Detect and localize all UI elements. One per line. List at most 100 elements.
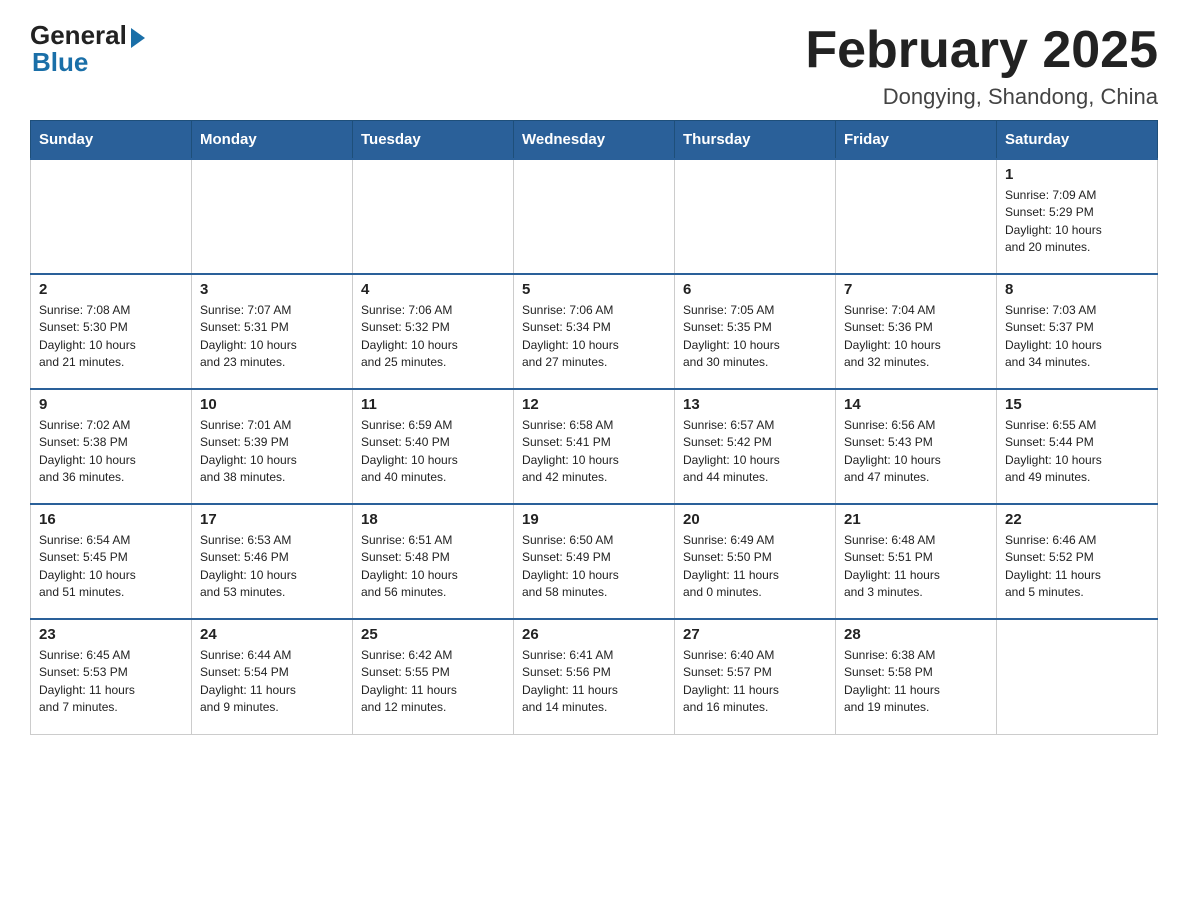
calendar-week-row: 9Sunrise: 7:02 AM Sunset: 5:38 PM Daylig… bbox=[31, 389, 1158, 504]
calendar-day-cell: 15 Sunrise: 6:55 AM Sunset: 5:44 PM Dayli… bbox=[997, 389, 1158, 504]
weekday-header-row: SundayMondayTuesdayWednesdayThursdayFrid… bbox=[31, 121, 1158, 160]
day-info: Sunrise: 6:42 AM Sunset: 5:55 PM Dayligh… bbox=[361, 647, 505, 717]
day-info: Sunrise: 6:45 AM Sunset: 5:53 PM Dayligh… bbox=[39, 647, 183, 717]
logo-blue-text: Blue bbox=[32, 47, 88, 78]
day-info: Sunrise: 7:05 AM Sunset: 5:35 PM Dayligh… bbox=[683, 302, 827, 372]
calendar-week-row: 16 Sunrise: 6:54 AM Sunset: 5:45 PM Dayli… bbox=[31, 504, 1158, 619]
calendar-day-cell: 19 Sunrise: 6:50 AM Sunset: 5:49 PM Dayli… bbox=[514, 504, 675, 619]
day-info: Sunrise: 7:09 AM Sunset: 5:29 PM Dayligh… bbox=[1005, 187, 1149, 257]
calendar-day-cell: 11 Sunrise: 6:59 AM Sunset: 5:40 PM Dayli… bbox=[353, 389, 514, 504]
day-info: Sunrise: 6:44 AM Sunset: 5:54 PM Dayligh… bbox=[200, 647, 344, 717]
calendar-day-cell: 14 Sunrise: 6:56 AM Sunset: 5:43 PM Dayli… bbox=[836, 389, 997, 504]
calendar-week-row: 2 Sunrise: 7:08 AM Sunset: 5:30 PM Daylig… bbox=[31, 274, 1158, 389]
calendar-day-cell bbox=[836, 159, 997, 274]
calendar-day-cell: 12 Sunrise: 6:58 AM Sunset: 5:41 PM Dayli… bbox=[514, 389, 675, 504]
weekday-header-sunday: Sunday bbox=[31, 121, 192, 160]
day-info: Sunrise: 6:59 AM Sunset: 5:40 PM Dayligh… bbox=[361, 417, 505, 487]
day-info: Sunrise: 7:06 AM Sunset: 5:32 PM Dayligh… bbox=[361, 302, 505, 372]
calendar-day-cell: 24 Sunrise: 6:44 AM Sunset: 5:54 PM Dayli… bbox=[192, 619, 353, 734]
day-info: Sunrise: 6:54 AM Sunset: 5:45 PM Dayligh… bbox=[39, 532, 183, 602]
day-info: Sunrise: 6:53 AM Sunset: 5:46 PM Dayligh… bbox=[200, 532, 344, 602]
day-info: Sunrise: 6:38 AM Sunset: 5:58 PM Dayligh… bbox=[844, 647, 988, 717]
calendar-day-cell: 20Sunrise: 6:49 AM Sunset: 5:50 PM Dayli… bbox=[675, 504, 836, 619]
day-info: Sunrise: 6:56 AM Sunset: 5:43 PM Dayligh… bbox=[844, 417, 988, 487]
day-number: 3 bbox=[200, 281, 344, 298]
calendar-day-cell bbox=[31, 159, 192, 274]
calendar-day-cell: 4 Sunrise: 7:06 AM Sunset: 5:32 PM Daylig… bbox=[353, 274, 514, 389]
calendar-day-cell: 8 Sunrise: 7:03 AM Sunset: 5:37 PM Daylig… bbox=[997, 274, 1158, 389]
day-number: 5 bbox=[522, 281, 666, 298]
day-number: 9 bbox=[39, 396, 183, 413]
calendar-day-cell: 27 Sunrise: 6:40 AM Sunset: 5:57 PM Dayli… bbox=[675, 619, 836, 734]
day-number: 2 bbox=[39, 281, 183, 298]
day-info: Sunrise: 6:50 AM Sunset: 5:49 PM Dayligh… bbox=[522, 532, 666, 602]
day-info: Sunrise: 7:07 AM Sunset: 5:31 PM Dayligh… bbox=[200, 302, 344, 372]
calendar-week-row: 23 Sunrise: 6:45 AM Sunset: 5:53 PM Dayli… bbox=[31, 619, 1158, 734]
calendar-day-cell: 16 Sunrise: 6:54 AM Sunset: 5:45 PM Dayli… bbox=[31, 504, 192, 619]
calendar-day-cell: 25 Sunrise: 6:42 AM Sunset: 5:55 PM Dayli… bbox=[353, 619, 514, 734]
calendar-day-cell: 28 Sunrise: 6:38 AM Sunset: 5:58 PM Dayli… bbox=[836, 619, 997, 734]
day-number: 16 bbox=[39, 511, 183, 528]
day-info: Sunrise: 6:48 AM Sunset: 5:51 PM Dayligh… bbox=[844, 532, 988, 602]
calendar-day-cell: 1 Sunrise: 7:09 AM Sunset: 5:29 PM Daylig… bbox=[997, 159, 1158, 274]
calendar-day-cell bbox=[514, 159, 675, 274]
calendar-day-cell: 3 Sunrise: 7:07 AM Sunset: 5:31 PM Daylig… bbox=[192, 274, 353, 389]
title-section: February 2025 Dongying, Shandong, China bbox=[805, 20, 1158, 110]
calendar-day-cell: 6 Sunrise: 7:05 AM Sunset: 5:35 PM Daylig… bbox=[675, 274, 836, 389]
day-info: Sunrise: 7:06 AM Sunset: 5:34 PM Dayligh… bbox=[522, 302, 666, 372]
day-number: 6 bbox=[683, 281, 827, 298]
page-subtitle: Dongying, Shandong, China bbox=[805, 84, 1158, 110]
day-number: 1 bbox=[1005, 166, 1149, 183]
day-number: 8 bbox=[1005, 281, 1149, 298]
page-title: February 2025 bbox=[805, 20, 1158, 80]
day-number: 27 bbox=[683, 626, 827, 643]
day-number: 4 bbox=[361, 281, 505, 298]
day-number: 13 bbox=[683, 396, 827, 413]
day-info: Sunrise: 7:04 AM Sunset: 5:36 PM Dayligh… bbox=[844, 302, 988, 372]
day-info: Sunrise: 6:55 AM Sunset: 5:44 PM Dayligh… bbox=[1005, 417, 1149, 487]
day-info: Sunrise: 6:57 AM Sunset: 5:42 PM Dayligh… bbox=[683, 417, 827, 487]
day-info: Sunrise: 6:51 AM Sunset: 5:48 PM Dayligh… bbox=[361, 532, 505, 602]
day-number: 7 bbox=[844, 281, 988, 298]
calendar-day-cell bbox=[353, 159, 514, 274]
day-number: 14 bbox=[844, 396, 988, 413]
day-number: 25 bbox=[361, 626, 505, 643]
day-number: 28 bbox=[844, 626, 988, 643]
calendar-day-cell: 26Sunrise: 6:41 AM Sunset: 5:56 PM Dayli… bbox=[514, 619, 675, 734]
calendar-day-cell bbox=[997, 619, 1158, 734]
weekday-header-friday: Friday bbox=[836, 121, 997, 160]
calendar-week-row: 1 Sunrise: 7:09 AM Sunset: 5:29 PM Daylig… bbox=[31, 159, 1158, 274]
day-info: Sunrise: 6:46 AM Sunset: 5:52 PM Dayligh… bbox=[1005, 532, 1149, 602]
day-number: 23 bbox=[39, 626, 183, 643]
day-number: 12 bbox=[522, 396, 666, 413]
weekday-header-thursday: Thursday bbox=[675, 121, 836, 160]
day-number: 17 bbox=[200, 511, 344, 528]
calendar-day-cell: 17 Sunrise: 6:53 AM Sunset: 5:46 PM Dayli… bbox=[192, 504, 353, 619]
day-info: Sunrise: 7:08 AM Sunset: 5:30 PM Dayligh… bbox=[39, 302, 183, 372]
calendar-day-cell: 5 Sunrise: 7:06 AM Sunset: 5:34 PM Daylig… bbox=[514, 274, 675, 389]
day-info: Sunrise: 6:40 AM Sunset: 5:57 PM Dayligh… bbox=[683, 647, 827, 717]
day-number: 10 bbox=[200, 396, 344, 413]
day-number: 11 bbox=[361, 396, 505, 413]
day-number: 19 bbox=[522, 511, 666, 528]
weekday-header-saturday: Saturday bbox=[997, 121, 1158, 160]
day-number: 24 bbox=[200, 626, 344, 643]
calendar-day-cell: 7 Sunrise: 7:04 AM Sunset: 5:36 PM Daylig… bbox=[836, 274, 997, 389]
calendar-day-cell: 9Sunrise: 7:02 AM Sunset: 5:38 PM Daylig… bbox=[31, 389, 192, 504]
calendar-day-cell bbox=[192, 159, 353, 274]
calendar-day-cell: 21Sunrise: 6:48 AM Sunset: 5:51 PM Dayli… bbox=[836, 504, 997, 619]
day-number: 15 bbox=[1005, 396, 1149, 413]
weekday-header-tuesday: Tuesday bbox=[353, 121, 514, 160]
calendar-table: SundayMondayTuesdayWednesdayThursdayFrid… bbox=[30, 120, 1158, 735]
weekday-header-wednesday: Wednesday bbox=[514, 121, 675, 160]
calendar-day-cell bbox=[675, 159, 836, 274]
logo-arrow-icon bbox=[131, 28, 145, 48]
calendar-day-cell: 2 Sunrise: 7:08 AM Sunset: 5:30 PM Daylig… bbox=[31, 274, 192, 389]
calendar-day-cell: 22 Sunrise: 6:46 AM Sunset: 5:52 PM Dayli… bbox=[997, 504, 1158, 619]
day-info: Sunrise: 6:58 AM Sunset: 5:41 PM Dayligh… bbox=[522, 417, 666, 487]
day-info: Sunrise: 7:03 AM Sunset: 5:37 PM Dayligh… bbox=[1005, 302, 1149, 372]
day-number: 18 bbox=[361, 511, 505, 528]
day-number: 20 bbox=[683, 511, 827, 528]
day-number: 22 bbox=[1005, 511, 1149, 528]
day-info: Sunrise: 7:01 AM Sunset: 5:39 PM Dayligh… bbox=[200, 417, 344, 487]
